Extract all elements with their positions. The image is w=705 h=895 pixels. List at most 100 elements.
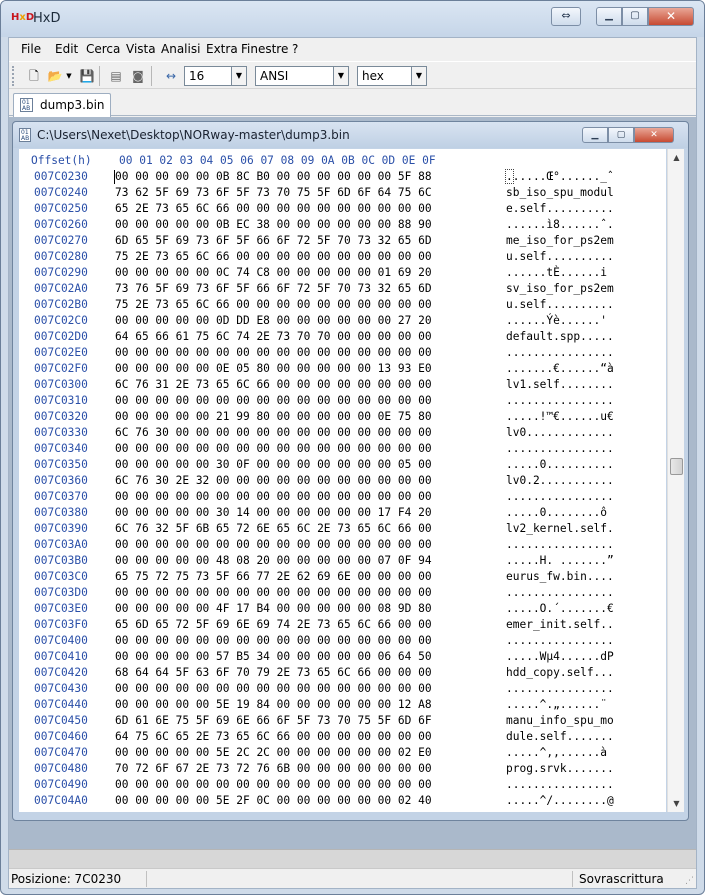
minimize-button[interactable]: ▁: [596, 7, 622, 26]
save-icon[interactable]: 💾: [78, 67, 96, 85]
row-bytes[interactable]: 00 00 00 00 00 48 08 20 00 00 00 00 00 0…: [115, 554, 432, 567]
hex-row[interactable]: 007C0440 00 00 00 00 00 5E 19 84 00 00 00…: [19, 698, 666, 714]
row-bytes[interactable]: 6C 76 31 2E 73 65 6C 66 00 00 00 00 00 0…: [115, 378, 432, 391]
row-text[interactable]: sb_iso_spu_modul: [506, 186, 614, 199]
row-text[interactable]: lv2_kernel.self.: [506, 522, 614, 535]
row-text[interactable]: ......Œ°......_ˆ: [506, 170, 614, 183]
hex-row[interactable]: 007C03F0 65 6D 65 72 5F 69 6E 69 74 2E 73…: [19, 618, 666, 634]
hex-row[interactable]: 007C03C0 65 75 72 75 73 5F 66 77 2E 62 69…: [19, 570, 666, 586]
charset-select[interactable]: ANSI ▼: [255, 66, 349, 86]
row-text[interactable]: ................: [506, 538, 614, 551]
hex-row[interactable]: 007C0280 75 2E 73 65 6C 66 00 00 00 00 00…: [19, 250, 666, 266]
bytes-per-row-select[interactable]: 16 ▼: [184, 66, 247, 86]
chevron-down-icon[interactable]: ▼: [333, 67, 348, 85]
hex-row[interactable]: 007C0460 64 75 6C 65 2E 73 65 6C 66 00 00…: [19, 730, 666, 746]
row-text[interactable]: lv0.2...........: [506, 474, 614, 487]
row-text[interactable]: .....H. .......”: [506, 554, 614, 567]
row-text[interactable]: eurus_fw.bin....: [506, 570, 614, 583]
row-text[interactable]: .....^.„......¨: [506, 698, 607, 711]
hex-row[interactable]: 007C0330 6C 76 30 00 00 00 00 00 00 00 00…: [19, 426, 666, 442]
hex-row[interactable]: 007C0340 00 00 00 00 00 00 00 00 00 00 00…: [19, 442, 666, 458]
row-bytes[interactable]: 73 62 5F 69 73 6F 5F 73 70 75 5F 6D 6F 6…: [115, 186, 432, 199]
menu-file[interactable]: File: [21, 42, 41, 56]
scroll-up-icon[interactable]: ▲: [668, 149, 685, 166]
row-bytes[interactable]: 6D 61 6E 75 5F 69 6E 66 6F 5F 73 70 75 5…: [115, 714, 432, 727]
row-text[interactable]: ................: [506, 346, 614, 359]
row-bytes[interactable]: 6C 76 30 00 00 00 00 00 00 00 00 00 00 0…: [115, 426, 432, 439]
row-bytes[interactable]: 75 2E 73 65 6C 66 00 00 00 00 00 00 00 0…: [115, 298, 432, 311]
row-bytes[interactable]: 00 00 00 00 00 00 00 00 00 00 00 00 00 0…: [115, 442, 432, 455]
row-bytes[interactable]: 00 00 00 00 00 30 14 00 00 00 00 00 00 1…: [115, 506, 432, 519]
row-bytes[interactable]: 00 00 00 00 00 0E 05 80 00 00 00 00 00 1…: [115, 362, 432, 375]
status-mode[interactable]: Sovrascrittura: [579, 872, 664, 886]
row-text[interactable]: u.self..........: [506, 250, 614, 263]
hex-row[interactable]: 007C0490 00 00 00 00 00 00 00 00 00 00 00…: [19, 778, 666, 794]
row-text[interactable]: emer_init.self..: [506, 618, 614, 631]
row-text[interactable]: sv_iso_for_ps2em: [506, 282, 614, 295]
hex-row[interactable]: 007C0350 00 00 00 00 00 30 0F 00 00 00 00…: [19, 458, 666, 474]
row-text[interactable]: ................: [506, 394, 614, 407]
row-bytes[interactable]: 6D 65 5F 69 73 6F 5F 66 6F 72 5F 70 73 3…: [115, 234, 432, 247]
hex-row[interactable]: 007C0410 00 00 00 00 00 57 B5 34 00 00 00…: [19, 650, 666, 666]
row-bytes[interactable]: 68 64 64 5F 63 6F 70 79 2E 73 65 6C 66 0…: [115, 666, 432, 679]
row-bytes[interactable]: 73 76 5F 69 73 6F 5F 66 6F 72 5F 70 73 3…: [115, 282, 432, 295]
hex-row[interactable]: 007C0270 6D 65 5F 69 73 6F 5F 66 6F 72 5F…: [19, 234, 666, 250]
row-bytes[interactable]: 00 00 00 00 00 00 00 00 00 00 00 00 00 0…: [115, 394, 432, 407]
row-text[interactable]: u.self..........: [506, 298, 614, 311]
hex-row[interactable]: 007C0250 65 2E 73 65 6C 66 00 00 00 00 00…: [19, 202, 666, 218]
toolbar-grip[interactable]: [12, 66, 16, 86]
row-bytes[interactable]: 00 00 00 00 00 00 00 00 00 00 00 00 00 0…: [115, 346, 432, 359]
new-file-icon[interactable]: 🗋: [25, 67, 43, 85]
row-text[interactable]: .....O.´.......€: [506, 602, 614, 615]
menu-finestre[interactable]: Finestre: [241, 42, 288, 56]
hex-row[interactable]: 007C04A0 00 00 00 00 00 5E 2F 0C 00 00 00…: [19, 794, 666, 810]
hex-row[interactable]: 007C0420 68 64 64 5F 63 6F 70 79 2E 73 65…: [19, 666, 666, 682]
row-text[interactable]: ................: [506, 442, 614, 455]
row-bytes[interactable]: 00 00 00 00 00 4F 17 B4 00 00 00 00 00 0…: [115, 602, 432, 615]
scroll-thumb[interactable]: [670, 458, 683, 475]
row-text[interactable]: .......€......“à: [506, 362, 614, 375]
hex-row[interactable]: 007C02A0 73 76 5F 69 73 6F 5F 66 6F 72 5F…: [19, 282, 666, 298]
row-text[interactable]: default.spp.....: [506, 330, 614, 343]
row-text[interactable]: ................: [506, 586, 614, 599]
row-bytes[interactable]: 00 00 00 00 00 5E 19 84 00 00 00 00 00 0…: [115, 698, 432, 711]
row-bytes[interactable]: 75 2E 73 65 6C 66 00 00 00 00 00 00 00 0…: [115, 250, 432, 263]
editor-maximize-button[interactable]: ▢: [608, 127, 634, 143]
row-text[interactable]: ................: [506, 490, 614, 503]
resize-grip-icon[interactable]: ⋰: [685, 876, 694, 886]
row-bytes[interactable]: 64 75 6C 65 2E 73 65 6C 66 00 00 00 00 0…: [115, 730, 432, 743]
hex-row[interactable]: 007C03E0 00 00 00 00 00 4F 17 B4 00 00 00…: [19, 602, 666, 618]
hex-view[interactable]: Offset(h) 00 01 02 03 04 05 06 07 08 09 …: [19, 149, 666, 812]
tab-dump3[interactable]: 01 AB dump3.bin: [13, 93, 111, 117]
row-bytes[interactable]: 00 00 00 00 00 00 00 00 00 00 00 00 00 0…: [115, 634, 432, 647]
row-bytes[interactable]: 00 00 00 00 00 0D DD E8 00 00 00 00 00 0…: [115, 314, 432, 327]
maximize-button[interactable]: ▢: [622, 7, 648, 26]
row-text[interactable]: .....!™€......u€: [506, 410, 614, 423]
row-bytes[interactable]: 00 00 00 00 00 0B EC 38 00 00 00 00 00 0…: [115, 218, 432, 231]
close-button[interactable]: ✕: [648, 7, 694, 26]
hex-row[interactable]: 007C0450 6D 61 6E 75 5F 69 6E 66 6F 5F 73…: [19, 714, 666, 730]
open-dropdown-icon[interactable]: ▼: [64, 67, 74, 85]
row-bytes[interactable]: 00 00 00 00 00 00 00 00 00 00 00 00 00 0…: [115, 538, 432, 551]
row-text[interactable]: ......ì8......ˆ.: [506, 218, 614, 231]
hex-row[interactable]: 007C0310 00 00 00 00 00 00 00 00 00 00 00…: [19, 394, 666, 410]
editor-close-button[interactable]: ✕: [634, 127, 674, 143]
row-bytes[interactable]: 00 00 00 00 00 5E 2C 2C 00 00 00 00 00 0…: [115, 746, 432, 759]
row-bytes[interactable]: 00 00 00 00 00 00 00 00 00 00 00 00 00 0…: [115, 778, 432, 791]
hex-row[interactable]: 007C03D0 00 00 00 00 00 00 00 00 00 00 00…: [19, 586, 666, 602]
hex-row[interactable]: 007C0470 00 00 00 00 00 5E 2C 2C 00 00 00…: [19, 746, 666, 762]
row-text[interactable]: ................: [506, 682, 614, 695]
hex-row[interactable]: 007C0290 00 00 00 00 00 0C 74 C8 00 00 00…: [19, 266, 666, 282]
row-bytes[interactable]: 65 6D 65 72 5F 69 6E 69 74 2E 73 65 6C 6…: [115, 618, 432, 631]
menu-help[interactable]: ?: [292, 42, 298, 56]
row-bytes[interactable]: 70 72 6F 67 2E 73 72 76 6B 00 00 00 00 0…: [115, 762, 432, 775]
hex-row[interactable]: 007C02F0 00 00 00 00 00 0E 05 80 00 00 00…: [19, 362, 666, 378]
row-text[interactable]: .....0........ô: [506, 506, 614, 519]
hex-row[interactable]: 007C0480 70 72 6F 67 2E 73 72 76 6B 00 00…: [19, 762, 666, 778]
row-text[interactable]: manu_info_spu_mo: [506, 714, 614, 727]
row-text[interactable]: .....Wµ4......dP: [506, 650, 614, 663]
chevron-down-icon[interactable]: ▼: [411, 67, 426, 85]
row-text[interactable]: ......tÈ......i: [506, 266, 614, 279]
row-text[interactable]: lv1.self........: [506, 378, 614, 391]
row-text[interactable]: lv0.............: [506, 426, 614, 439]
